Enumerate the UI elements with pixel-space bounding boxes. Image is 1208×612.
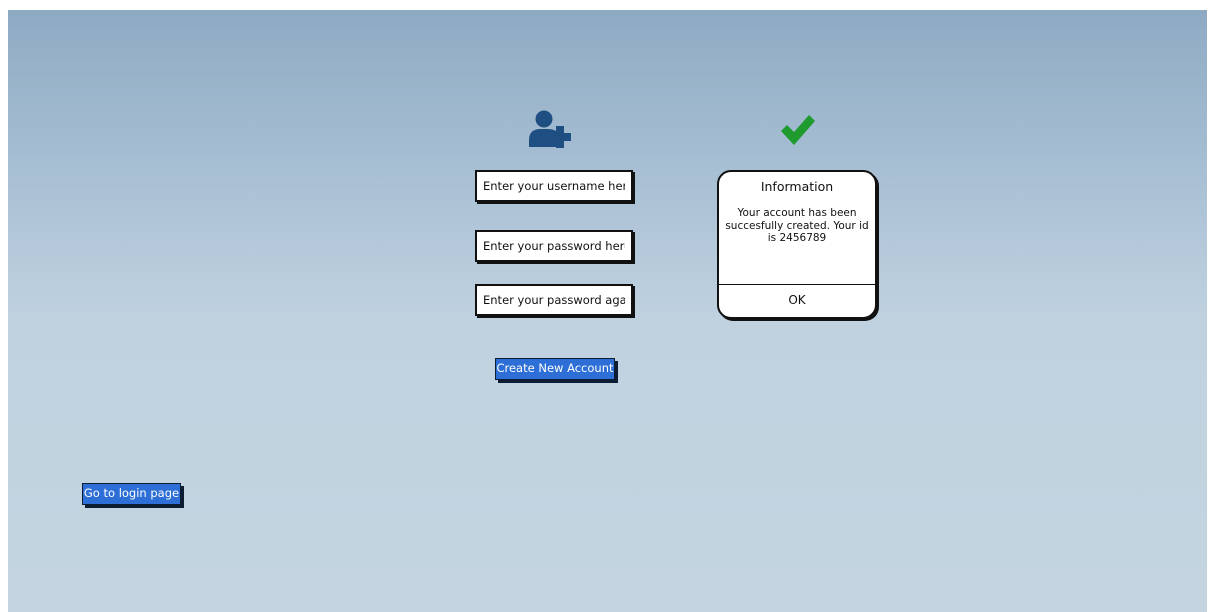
password-confirm-field[interactable] xyxy=(475,284,633,316)
app-canvas: Create New Account Information Your acco… xyxy=(8,10,1207,612)
checkmark-icon xyxy=(780,113,816,147)
ok-button[interactable]: OK xyxy=(719,286,875,317)
username-field[interactable] xyxy=(475,170,633,202)
go-to-login-button[interactable]: Go to login page xyxy=(82,483,181,505)
password-input[interactable] xyxy=(483,232,625,260)
dialog-divider xyxy=(719,284,875,285)
dialog-title: Information xyxy=(760,179,834,194)
add-user-icon xyxy=(527,109,571,149)
password-confirm-input[interactable] xyxy=(483,286,625,314)
information-dialog: Information Your account has been succes… xyxy=(717,170,877,319)
password-field[interactable] xyxy=(475,230,633,262)
create-account-button[interactable]: Create New Account xyxy=(495,358,615,380)
dialog-message: Your account has been succesfully create… xyxy=(725,207,869,244)
username-input[interactable] xyxy=(483,172,625,200)
